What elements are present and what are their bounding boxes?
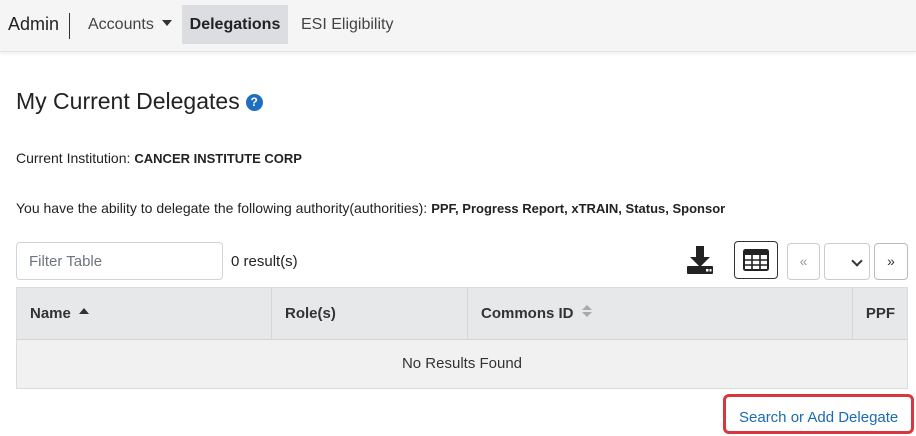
sort-ascending-icon xyxy=(78,308,89,314)
column-header-commons-id-label: Commons ID xyxy=(481,305,574,322)
brand-divider xyxy=(69,13,70,39)
column-header-ppf: PPF xyxy=(865,305,895,322)
current-institution: Current Institution: CANCER INSTITUTE COR… xyxy=(16,150,302,166)
result-count: 0 result(s) xyxy=(231,253,298,270)
delegates-table: Name Role(s) Commons ID PPF No Results F… xyxy=(16,287,908,389)
brand-admin[interactable]: Admin xyxy=(8,14,59,35)
column-header-roles: Role(s) xyxy=(272,288,468,340)
caret-down-icon xyxy=(161,20,172,26)
authorities-label: You have the ability to delegate the fol… xyxy=(16,200,428,216)
authorities-value: PPF, Progress Report, xTRAIN, Status, Sp… xyxy=(431,201,726,216)
table-grid-icon xyxy=(743,249,769,271)
column-header-name[interactable]: Name xyxy=(17,288,272,340)
page-title-text: My Current Delegates xyxy=(16,88,240,114)
column-header-commons-id[interactable]: Commons ID xyxy=(468,288,853,340)
table-empty-row: No Results Found xyxy=(17,340,907,388)
institution-label: Current Institution: xyxy=(16,150,131,166)
nav-delegations[interactable]: Delegations xyxy=(182,5,288,44)
search-or-add-delegate-link[interactable]: Search or Add Delegate xyxy=(739,409,898,426)
pagination-prev-button[interactable]: « xyxy=(787,243,820,280)
column-toggle-button[interactable] xyxy=(734,241,778,279)
delegate-authorities: You have the ability to delegate the fol… xyxy=(16,200,725,216)
sort-icon xyxy=(581,305,592,317)
table-header: Name Role(s) Commons ID PPF xyxy=(17,288,907,340)
nav-accounts-dropdown[interactable]: Accounts xyxy=(80,5,180,44)
nav-esi-eligibility[interactable]: ESI Eligibility xyxy=(293,5,401,44)
download-icon[interactable] xyxy=(684,244,716,276)
page-select[interactable] xyxy=(824,243,870,280)
top-navbar: Admin Accounts Delegations ESI Eligibili… xyxy=(0,0,916,52)
institution-value: CANCER INSTITUTE CORP xyxy=(134,151,302,166)
filter-table-input[interactable] xyxy=(16,242,223,280)
page-title: My Current Delegates? xyxy=(16,88,263,115)
column-header-name-label: Name xyxy=(30,305,71,322)
nav-accounts-label: Accounts xyxy=(88,16,154,33)
pagination-next-button[interactable]: » xyxy=(874,243,908,280)
help-icon[interactable]: ? xyxy=(245,94,263,111)
chevron-down-icon xyxy=(851,255,863,267)
